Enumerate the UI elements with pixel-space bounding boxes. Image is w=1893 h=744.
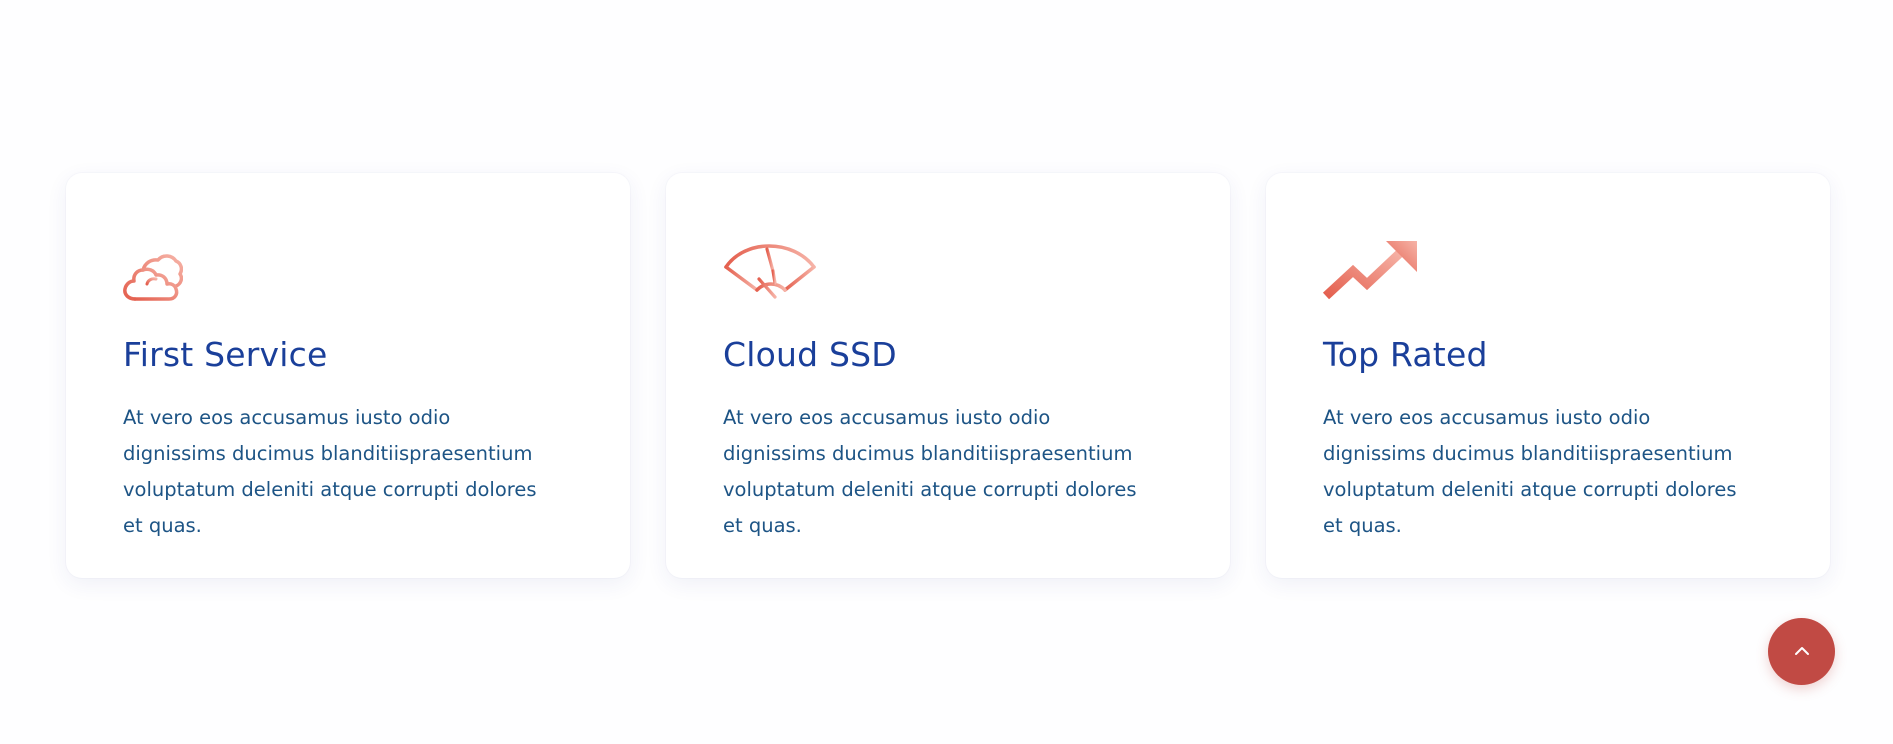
- back-to-top-button[interactable]: [1768, 618, 1835, 685]
- service-card-cloud-ssd: Cloud SSD At vero eos accusamus iusto od…: [666, 173, 1230, 578]
- services-section: First Service At vero eos accusamus iust…: [0, 0, 1893, 744]
- card-title: Top Rated: [1323, 335, 1488, 374]
- cloud-icon: [123, 239, 223, 309]
- card-description: At vero eos accusamus iusto odio digniss…: [723, 406, 1137, 537]
- trending-up-icon: [1323, 239, 1423, 309]
- card-description: At vero eos accusamus iusto odio digniss…: [123, 406, 537, 537]
- chevron-up-icon: [1793, 642, 1811, 661]
- service-card-first-service: First Service At vero eos accusamus iust…: [66, 173, 630, 578]
- speedometer-icon: [723, 239, 823, 309]
- card-title: First Service: [123, 335, 328, 374]
- service-card-top-rated: Top Rated At vero eos accusamus iusto od…: [1266, 173, 1830, 578]
- card-description: At vero eos accusamus iusto odio digniss…: [1323, 406, 1737, 537]
- service-cards: First Service At vero eos accusamus iust…: [66, 173, 1830, 578]
- card-title: Cloud SSD: [723, 335, 897, 374]
